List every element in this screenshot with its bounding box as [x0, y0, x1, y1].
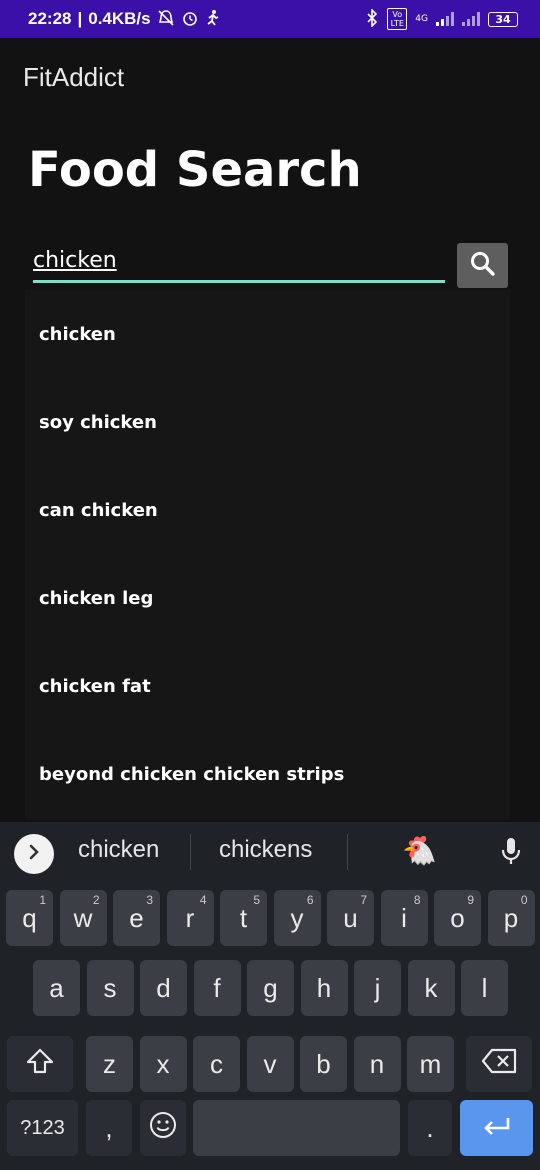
divider: [347, 834, 348, 870]
chevron-right-icon: [26, 842, 42, 867]
key-g[interactable]: g: [247, 960, 294, 1016]
suggestions-list: chicken soy chicken can chicken chicken …: [25, 290, 510, 820]
divider: [190, 834, 191, 870]
key-r[interactable]: r4: [166, 890, 214, 946]
key-v[interactable]: v: [246, 1036, 294, 1092]
symbols-key[interactable]: ?123: [7, 1100, 78, 1156]
key-p[interactable]: p0: [487, 890, 535, 946]
key-q[interactable]: q1: [6, 890, 53, 946]
status-bar: 22:28 | 0.4KB/s Vo LTE 4G 34: [0, 0, 540, 38]
suggestion-item[interactable]: chicken fat: [25, 642, 510, 730]
key-e[interactable]: e3: [113, 890, 160, 946]
volte-icon: Vo LTE: [387, 8, 408, 30]
emoji-key[interactable]: [140, 1100, 186, 1156]
key-t[interactable]: t5: [220, 890, 267, 946]
shift-key[interactable]: [7, 1036, 73, 1092]
key-a[interactable]: a: [33, 960, 80, 1016]
suggestion-item[interactable]: chicken: [25, 290, 510, 378]
key-i[interactable]: i8: [380, 890, 428, 946]
app-title: FitAddict: [23, 61, 125, 92]
expand-toolbar-button[interactable]: [14, 834, 54, 874]
key-m[interactable]: m: [407, 1036, 454, 1092]
keyboard-suggestion-2[interactable]: chickens: [219, 836, 312, 864]
signal-strength-2-icon: [462, 12, 480, 26]
key-n[interactable]: n: [353, 1036, 401, 1092]
network-type-label: 4G: [415, 14, 428, 24]
key-x[interactable]: x: [139, 1036, 187, 1092]
key-s[interactable]: s: [86, 960, 134, 1016]
comma-key[interactable]: ,: [86, 1100, 132, 1156]
key-l[interactable]: l: [461, 960, 508, 1016]
key-u[interactable]: u7: [327, 890, 374, 946]
page-title: Food Search: [28, 142, 362, 198]
suggestion-item[interactable]: soy chicken: [25, 378, 510, 466]
search-input[interactable]: [33, 240, 445, 283]
search-button[interactable]: [457, 243, 508, 288]
fitness-icon: [205, 9, 221, 29]
key-c[interactable]: c: [193, 1036, 240, 1092]
signal-strength-icon: [436, 12, 454, 26]
network-speed: 0.4KB/s: [88, 9, 151, 28]
key-h[interactable]: h: [300, 960, 348, 1016]
keyboard-suggestion-bar: chicken chickens 🐔: [0, 822, 540, 882]
key-k[interactable]: k: [407, 960, 455, 1016]
suggestion-item[interactable]: beyond chicken chicken strips: [25, 730, 510, 818]
status-time: 22:28: [28, 9, 72, 28]
smiley-icon: [148, 1110, 178, 1147]
battery-icon: 34: [488, 11, 518, 27]
key-b[interactable]: b: [300, 1036, 347, 1092]
microphone-icon[interactable]: [499, 836, 523, 870]
keyboard: chicken chickens 🐔 q1w2e3r4t5y6u7i8o9p0 …: [0, 822, 540, 1170]
shift-icon: [25, 1047, 55, 1082]
enter-icon: [482, 1113, 512, 1144]
key-d[interactable]: d: [140, 960, 187, 1016]
mute-alarm-icon: [157, 9, 175, 29]
key-f[interactable]: f: [193, 960, 241, 1016]
key-o[interactable]: o9: [434, 890, 481, 946]
key-y[interactable]: y6: [273, 890, 321, 946]
period-key[interactable]: .: [408, 1100, 452, 1156]
space-bar[interactable]: [193, 1100, 400, 1156]
key-z[interactable]: z: [86, 1036, 133, 1092]
alarm-icon: [181, 9, 199, 29]
keyboard-suggestion-emoji[interactable]: 🐔: [402, 834, 437, 867]
suggestion-item[interactable]: can chicken: [25, 466, 510, 554]
backspace-key[interactable]: [466, 1036, 532, 1092]
keyboard-suggestion-1[interactable]: chicken: [78, 836, 159, 864]
backspace-icon: [481, 1048, 517, 1081]
enter-key[interactable]: [460, 1100, 533, 1156]
search-icon: [469, 250, 497, 282]
key-w[interactable]: w2: [59, 890, 107, 946]
bluetooth-icon: [365, 7, 379, 30]
app-bar: FitAddict: [0, 38, 540, 116]
key-j[interactable]: j: [354, 960, 401, 1016]
search-row: [33, 240, 508, 290]
suggestion-item[interactable]: chicken leg: [25, 554, 510, 642]
